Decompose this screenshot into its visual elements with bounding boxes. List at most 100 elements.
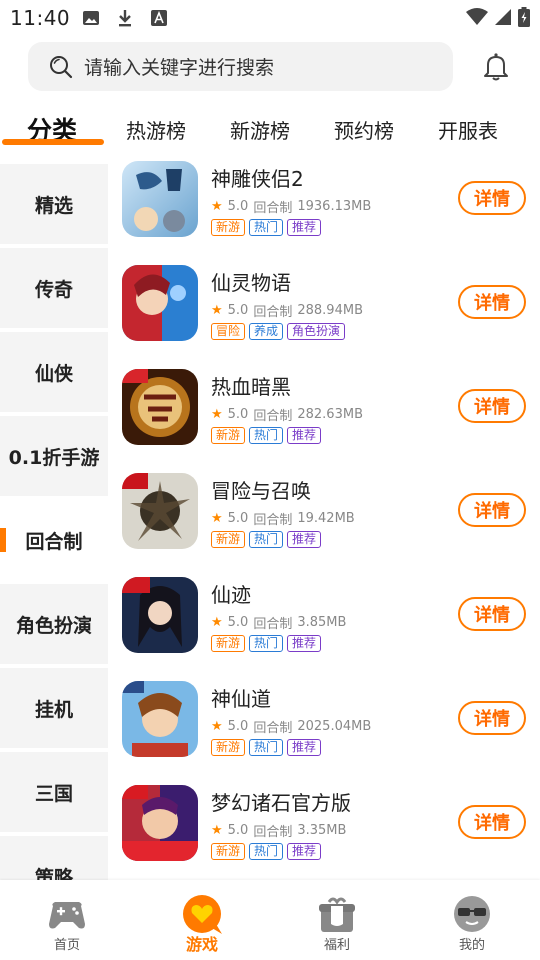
- game-tags: 新游 热门 推荐: [211, 531, 322, 548]
- nav-label: 我的: [458, 938, 485, 953]
- battery-icon: [518, 7, 530, 31]
- detail-button[interactable]: 详情: [458, 181, 526, 215]
- sidebar-item-featured[interactable]: 精选: [0, 164, 108, 244]
- game-title: 冒险与召唤: [211, 479, 311, 503]
- sidebar-item-turn-based[interactable]: 回合制: [0, 500, 108, 580]
- star-icon: ★: [211, 615, 223, 630]
- detail-button[interactable]: 详情: [458, 701, 526, 735]
- status-bar: 11:40: [0, 0, 540, 36]
- game-meta: ★ 5.0 回合制 3.85MB: [211, 613, 346, 632]
- sidebar-item-idle[interactable]: 挂机: [0, 668, 108, 748]
- game-meta: ★ 5.0 回合制 3.35MB: [211, 821, 346, 840]
- game-tag: 新游: [211, 427, 246, 444]
- gift-icon: [317, 894, 357, 934]
- star-icon: ★: [211, 823, 223, 838]
- game-tag: 推荐: [287, 427, 322, 444]
- list-item[interactable]: 梦幻诸石官方版 ★ 5.0 回合制 3.35MB 新游 热门 推荐 详情: [120, 785, 530, 881]
- list-item[interactable]: 仙迹 ★ 5.0 回合制 3.85MB 新游 热门 推荐 详情: [120, 577, 530, 673]
- font-a-icon: [148, 7, 170, 29]
- sidebar-item-label: 仙侠: [34, 362, 73, 385]
- search-icon: [48, 54, 74, 80]
- sidebar-item-three-kingdoms[interactable]: 三国: [0, 752, 108, 832]
- game-icon: [122, 265, 198, 341]
- sidebar-item-strategy[interactable]: 策略: [0, 836, 108, 880]
- game-title: 神仙道: [211, 687, 271, 711]
- game-tags: 新游 热门 推荐: [211, 843, 322, 860]
- status-notification-icons: [80, 7, 170, 29]
- nav-benefits[interactable]: 福利: [287, 880, 387, 960]
- game-icon: [122, 369, 198, 445]
- detail-button[interactable]: 详情: [458, 597, 526, 631]
- sidebar-item-label: 三国: [34, 782, 73, 805]
- nav-home[interactable]: 首页: [17, 880, 117, 960]
- game-tag: 养成: [249, 323, 284, 340]
- nav-label: 首页: [53, 938, 80, 953]
- game-type: 回合制: [253, 513, 293, 528]
- game-tags: 新游 热门 推荐: [211, 739, 322, 756]
- game-rating: 5.0: [227, 303, 249, 318]
- list-item[interactable]: 神雕侠侣2 ★ 5.0 回合制 1936.13MB 新游 热门 推荐 详情: [120, 161, 530, 257]
- game-type: 回合制: [253, 409, 293, 424]
- game-icon: [122, 473, 198, 549]
- game-icon: [122, 161, 198, 237]
- nav-profile[interactable]: 我的: [422, 880, 522, 960]
- bell-icon[interactable]: [482, 52, 510, 82]
- game-size: 2025.04MB: [297, 719, 372, 734]
- tab-reservations[interactable]: 预约榜: [334, 115, 394, 144]
- game-size: 288.94MB: [297, 303, 363, 318]
- list-item[interactable]: 仙灵物语 ★ 5.0 回合制 288.94MB 冒险 养成 角色扮演 详情: [120, 265, 530, 361]
- sidebar-item-legend[interactable]: 传奇: [0, 248, 108, 328]
- status-time: 11:40: [10, 6, 71, 30]
- nav-label: 游戏: [185, 935, 218, 954]
- game-title: 仙灵物语: [211, 271, 291, 295]
- tab-hot-games[interactable]: 热游榜: [126, 115, 186, 144]
- game-type: 回合制: [253, 305, 293, 320]
- game-title: 仙迹: [211, 583, 251, 607]
- sidebar-item-label: 挂机: [34, 698, 73, 721]
- game-tags: 新游 热门 推荐: [211, 635, 322, 652]
- game-title: 热血暗黑: [211, 375, 291, 399]
- sidebar-item-label: 精选: [34, 194, 73, 217]
- list-item[interactable]: 神仙道 ★ 5.0 回合制 2025.04MB 新游 热门 推荐 详情: [120, 681, 530, 777]
- tab-new-games[interactable]: 新游榜: [230, 115, 290, 144]
- sidebar-item-rpg[interactable]: 角色扮演: [0, 584, 108, 664]
- game-tag: 新游: [211, 635, 246, 652]
- game-size: 3.85MB: [297, 615, 347, 630]
- list-item[interactable]: 冒险与召唤 ★ 5.0 回合制 19.42MB 新游 热门 推荐 详情: [120, 473, 530, 569]
- game-meta: ★ 5.0 回合制 282.63MB: [211, 405, 363, 424]
- sidebar-item-xianxia[interactable]: 仙侠: [0, 332, 108, 412]
- nav-games[interactable]: 游戏: [152, 880, 252, 960]
- detail-button[interactable]: 详情: [458, 805, 526, 839]
- game-size: 3.35MB: [297, 823, 347, 838]
- game-rating: 5.0: [227, 823, 249, 838]
- detail-button[interactable]: 详情: [458, 285, 526, 319]
- star-icon: ★: [211, 511, 223, 526]
- image-icon: [80, 7, 102, 29]
- tab-server-schedule[interactable]: 开服表: [438, 115, 498, 144]
- sidebar-item-discount[interactable]: 0.1折手游: [0, 416, 108, 496]
- bottom-nav: 首页 游戏 福利 我的: [0, 880, 540, 960]
- list-item[interactable]: 热血暗黑 ★ 5.0 回合制 282.63MB 新游 热门 推荐 详情: [120, 369, 530, 465]
- game-title: 神雕侠侣2: [211, 167, 304, 191]
- game-tag: 推荐: [287, 531, 322, 548]
- detail-button[interactable]: 详情: [458, 389, 526, 423]
- sidebar-item-label: 策略: [34, 866, 73, 881]
- sidebar-item-label: 角色扮演: [15, 614, 92, 637]
- search-input[interactable]: 请输入关键字进行搜索: [28, 42, 453, 91]
- game-tag: 推荐: [287, 843, 322, 860]
- game-type: 回合制: [253, 721, 293, 736]
- detail-button[interactable]: 详情: [458, 493, 526, 527]
- game-type: 回合制: [253, 825, 293, 840]
- game-meta: ★ 5.0 回合制 1936.13MB: [211, 197, 371, 216]
- active-tab-indicator: [2, 139, 104, 145]
- game-rating: 5.0: [227, 615, 249, 630]
- game-icon: [122, 785, 198, 861]
- sidebar-active-indicator: [0, 528, 6, 552]
- game-size: 1936.13MB: [297, 199, 372, 214]
- nav-label: 福利: [323, 938, 350, 953]
- wifi-icon: [466, 8, 488, 30]
- sunglasses-face-icon: [452, 894, 492, 934]
- game-size: 19.42MB: [297, 511, 355, 526]
- star-icon: ★: [211, 199, 223, 214]
- game-meta: ★ 5.0 回合制 2025.04MB: [211, 717, 371, 736]
